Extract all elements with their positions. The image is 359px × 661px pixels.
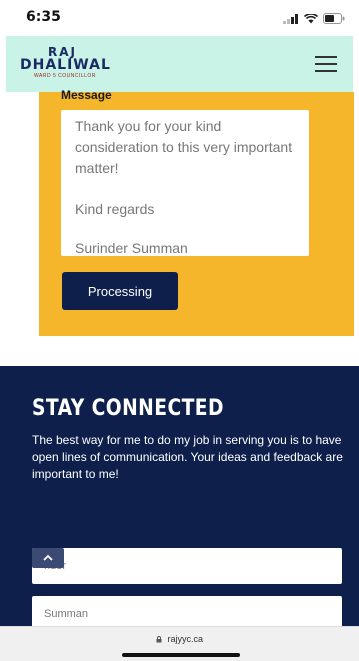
message-textarea[interactable]: Thank you for your kind consideration to… xyxy=(61,110,309,256)
submit-button[interactable]: Processing xyxy=(62,272,178,310)
message-line: Surinder Summan xyxy=(75,240,188,256)
message-label: Message xyxy=(61,88,112,102)
message-line: Kind regards xyxy=(75,201,155,217)
chevron-up-icon xyxy=(43,554,53,561)
logo-tagline: WARD 5 COUNCILLOR xyxy=(34,73,96,79)
battery-icon xyxy=(323,11,345,29)
lock-icon xyxy=(156,636,162,643)
stay-connected-section: STAY CONNECTED The best way for me to do… xyxy=(0,366,359,660)
browser-url-bar[interactable]: rajyyc.ca xyxy=(0,626,359,661)
status-time: 6:35 xyxy=(26,9,61,25)
wifi-icon xyxy=(303,11,319,29)
first-name-input[interactable] xyxy=(32,548,342,584)
hamburger-menu-icon[interactable] xyxy=(315,56,337,72)
status-bar: 6:35 xyxy=(0,0,359,36)
signal-icon xyxy=(283,11,299,29)
contact-form-card: Message Thank you for your kind consider… xyxy=(39,88,354,336)
home-indicator[interactable] xyxy=(122,653,240,657)
scroll-to-top-button[interactable] xyxy=(32,548,64,568)
section-title: STAY CONNECTED xyxy=(32,396,224,421)
url-text: rajyyc.ca xyxy=(167,634,204,644)
site-header: RAJ DHALIWAL WARD 5 COUNCILLOR xyxy=(6,36,353,92)
message-line: Thank you for your kind consideration to… xyxy=(75,118,293,176)
logo-last-name: DHALIWAL xyxy=(20,57,111,73)
status-icons xyxy=(283,11,345,29)
site-logo[interactable]: RAJ DHALIWAL WARD 5 COUNCILLOR xyxy=(20,46,111,79)
section-description: The best way for me to do my job in serv… xyxy=(32,433,343,481)
url-display[interactable]: rajyyc.ca xyxy=(0,634,359,644)
